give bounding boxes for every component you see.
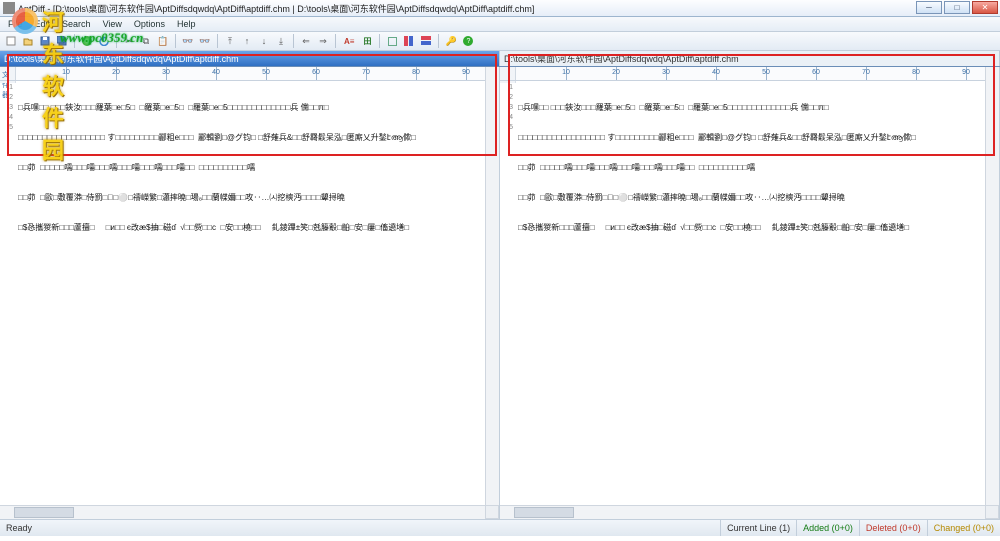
- path-tabs: D:\tools\桌面\河东软件园\AptDiffsdqwdq\AptDiff\…: [0, 51, 1000, 67]
- toolbar-paste-icon[interactable]: 📋: [156, 34, 170, 48]
- left-text: □兵嘿□□ □□□鋏汝□□□羅葉□e□5□ □羅葉□e□5□ □羅葉□e□5□□…: [18, 83, 495, 253]
- toolbar-hex-compare-icon[interactable]: 田: [360, 34, 374, 48]
- right-vscrollbar[interactable]: [985, 67, 999, 505]
- toolbar-layout1-icon[interactable]: [385, 34, 399, 48]
- right-hscrollbar[interactable]: [500, 505, 985, 519]
- menu-bar: File Edit Search View Options Help: [0, 17, 1000, 32]
- menu-edit[interactable]: Edit: [29, 18, 57, 30]
- right-file-tab[interactable]: D:\tools\桌面\河东软件园\AptDiffsdqwdq\AptDiff\…: [500, 51, 1000, 66]
- title-bar: AptDiff - [D:\tools\桌面\河东软件园\AptDiffsdqw…: [0, 0, 1000, 17]
- toolbar-key-icon[interactable]: 🔑: [444, 34, 458, 48]
- toolbar-refresh-icon[interactable]: [80, 34, 94, 48]
- left-file-tab[interactable]: D:\tools\桌面\河东软件园\AptDiffsdqwdq\AptDiff\…: [0, 51, 500, 66]
- toolbar-copy-icon[interactable]: ⧉: [139, 34, 153, 48]
- toolbar-undo-icon[interactable]: [97, 34, 111, 48]
- maximize-button[interactable]: □: [944, 1, 970, 14]
- toolbar-cut-icon[interactable]: ✂: [122, 34, 136, 48]
- minimize-button[interactable]: ─: [916, 1, 942, 14]
- right-ruler: 10 20 30 40 50 60 70 80 90: [500, 67, 999, 81]
- left-ruler: 文件器 10 20 30 40 50 60 70 80 90: [0, 67, 499, 81]
- right-pane: 10 20 30 40 50 60 70 80 90 12345 □兵嘿□□ □…: [500, 67, 1000, 519]
- menu-view[interactable]: View: [97, 18, 128, 30]
- status-current-line: Current Line (1): [720, 520, 796, 536]
- toolbar-next-diff-icon[interactable]: ↓: [257, 34, 271, 48]
- toolbar-find-icon[interactable]: 👓: [181, 34, 195, 48]
- left-pane: 文件器 10 20 30 40 50 60 70 80 90 12345 □兵嘿…: [0, 67, 500, 519]
- toolbar-abc-compare-icon[interactable]: A≡: [341, 34, 357, 48]
- toolbar-layout2-icon[interactable]: [402, 34, 416, 48]
- toolbar-prev-diff-icon[interactable]: ↑: [240, 34, 254, 48]
- toolbar: ✂ ⧉ 📋 👓 👓 ⤒ ↑ ↓ ⤓ ⇐ ⇒ A≡ 田 🔑 ?: [0, 32, 1000, 51]
- menu-search[interactable]: Search: [56, 18, 97, 30]
- right-line-gutter: 12345: [500, 81, 516, 83]
- menu-help[interactable]: Help: [171, 18, 202, 30]
- menu-options[interactable]: Options: [128, 18, 171, 30]
- toolbar-saveall-icon[interactable]: [55, 34, 69, 48]
- status-ready: Ready: [0, 520, 720, 536]
- toolbar-first-diff-icon[interactable]: ⤒: [223, 34, 237, 48]
- toolbar-last-diff-icon[interactable]: ⤓: [274, 34, 288, 48]
- toolbar-open-icon[interactable]: [21, 34, 35, 48]
- toolbar-copy-left-icon[interactable]: ⇐: [299, 34, 313, 48]
- left-hscrollbar[interactable]: [0, 505, 485, 519]
- close-button[interactable]: ✕: [972, 1, 998, 14]
- right-text: □兵嘿□□ □□□鋏汝□□□羅葉□e□5□ □羅葉□e□5□ □羅葉□e□5□□…: [518, 83, 995, 253]
- status-bar: Ready Current Line (1) Added (0+0) Delet…: [0, 519, 1000, 536]
- status-added: Added (0+0): [796, 520, 859, 536]
- app-icon: [3, 2, 15, 14]
- left-vscrollbar[interactable]: [485, 67, 499, 505]
- left-line-gutter: 12345: [0, 81, 16, 83]
- status-deleted: Deleted (0+0): [859, 520, 927, 536]
- toolbar-new-icon[interactable]: [4, 34, 18, 48]
- status-changed: Changed (0+0): [927, 520, 1000, 536]
- toolbar-save-icon[interactable]: [38, 34, 52, 48]
- toolbar-layout3-icon[interactable]: [419, 34, 433, 48]
- toolbar-copy-right-icon[interactable]: ⇒: [316, 34, 330, 48]
- toolbar-find2-icon[interactable]: 👓: [198, 34, 212, 48]
- toolbar-help-icon[interactable]: ?: [461, 34, 475, 48]
- menu-file[interactable]: File: [2, 18, 29, 30]
- window-title: AptDiff - [D:\tools\桌面\河东软件园\AptDiffsdqw…: [18, 2, 1000, 15]
